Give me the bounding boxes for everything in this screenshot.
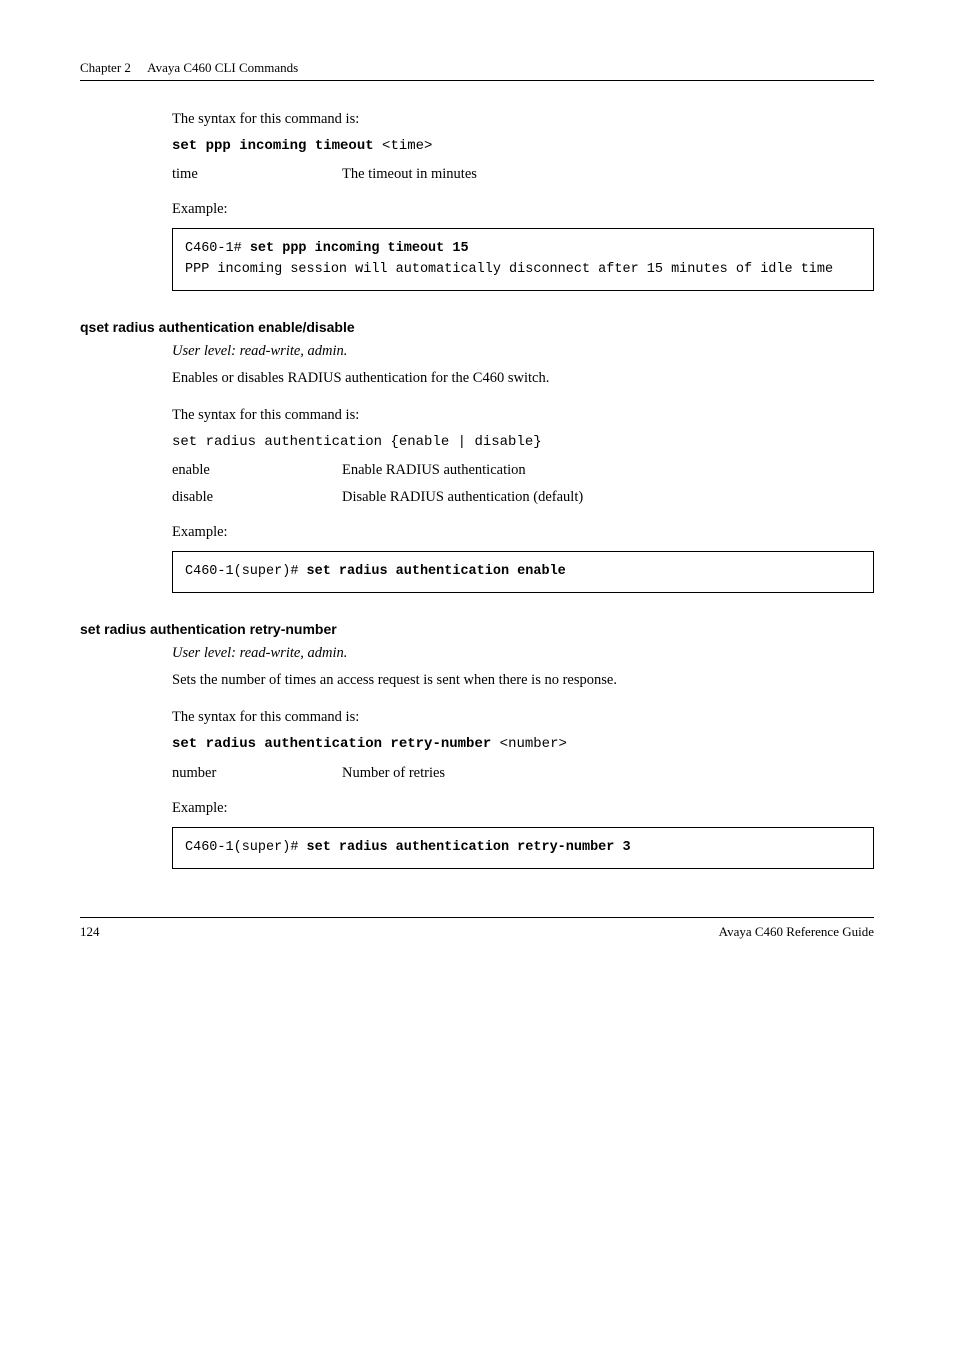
user-level: User level: read-write, admin. bbox=[172, 341, 874, 362]
command-syntax: set radius authentication {enable | disa… bbox=[172, 432, 874, 452]
example-label: Example: bbox=[172, 201, 874, 218]
cmd-arg: <time> bbox=[374, 138, 433, 154]
code-rest: PPP incoming session will automatically … bbox=[185, 262, 833, 277]
code-example: C460-1(super)# set radius authentication… bbox=[172, 827, 874, 869]
code-bold: set radius authentication enable bbox=[307, 564, 566, 579]
cmd-bold: set ppp incoming timeout bbox=[172, 138, 374, 154]
section-heading-radius-retry: set radius authentication retry-number bbox=[80, 621, 874, 637]
user-level: User level: read-write, admin. bbox=[172, 643, 874, 664]
chapter-title: Avaya C460 CLI Commands bbox=[147, 60, 298, 75]
param-val: Number of retries bbox=[342, 765, 445, 782]
code-bold: set radius authentication retry-number 3 bbox=[307, 840, 631, 855]
command-syntax: set radius authentication retry-number <… bbox=[172, 734, 874, 754]
command-syntax: set ppp incoming timeout <time> bbox=[172, 136, 874, 156]
param-key: time bbox=[172, 166, 342, 183]
param-key: enable bbox=[172, 462, 342, 479]
param-val: Enable RADIUS authentication bbox=[342, 462, 526, 479]
description: Enables or disables RADIUS authenticatio… bbox=[172, 368, 874, 389]
cmd-bold: set radius authentication retry-number bbox=[172, 736, 491, 752]
param-val: The timeout in minutes bbox=[342, 166, 477, 183]
chapter-header: Chapter 2 Avaya C460 CLI Commands bbox=[80, 60, 874, 76]
section-heading-radius-enable: qset radius authentication enable/disabl… bbox=[80, 319, 874, 335]
param-row: number Number of retries bbox=[172, 765, 874, 782]
param-key: disable bbox=[172, 489, 342, 506]
header-rule bbox=[80, 80, 874, 81]
code-prefix: C460-1(super)# bbox=[185, 564, 307, 579]
cmd-arg: <number> bbox=[491, 736, 567, 752]
footer-title: Avaya C460 Reference Guide bbox=[719, 924, 874, 940]
code-prefix: C460-1(super)# bbox=[185, 840, 307, 855]
example-label: Example: bbox=[172, 524, 874, 541]
page-footer: 124 Avaya C460 Reference Guide bbox=[80, 917, 874, 940]
param-val: Disable RADIUS authentication (default) bbox=[342, 489, 583, 506]
param-row: time The timeout in minutes bbox=[172, 166, 874, 183]
syntax-intro: The syntax for this command is: bbox=[172, 405, 874, 426]
example-label: Example: bbox=[172, 800, 874, 817]
code-prefix: C460-1# bbox=[185, 241, 250, 256]
code-bold: set ppp incoming timeout 15 bbox=[250, 241, 469, 256]
chapter-number: Chapter 2 bbox=[80, 60, 131, 75]
page-number: 124 bbox=[80, 924, 100, 940]
syntax-intro: The syntax for this command is: bbox=[172, 707, 874, 728]
code-example: C460-1# set ppp incoming timeout 15 PPP … bbox=[172, 228, 874, 291]
param-row: enable Enable RADIUS authentication bbox=[172, 462, 874, 479]
syntax-intro: The syntax for this command is: bbox=[172, 109, 874, 130]
description: Sets the number of times an access reque… bbox=[172, 670, 874, 691]
code-example: C460-1(super)# set radius authentication… bbox=[172, 551, 874, 593]
param-row: disable Disable RADIUS authentication (d… bbox=[172, 489, 874, 506]
param-key: number bbox=[172, 765, 342, 782]
